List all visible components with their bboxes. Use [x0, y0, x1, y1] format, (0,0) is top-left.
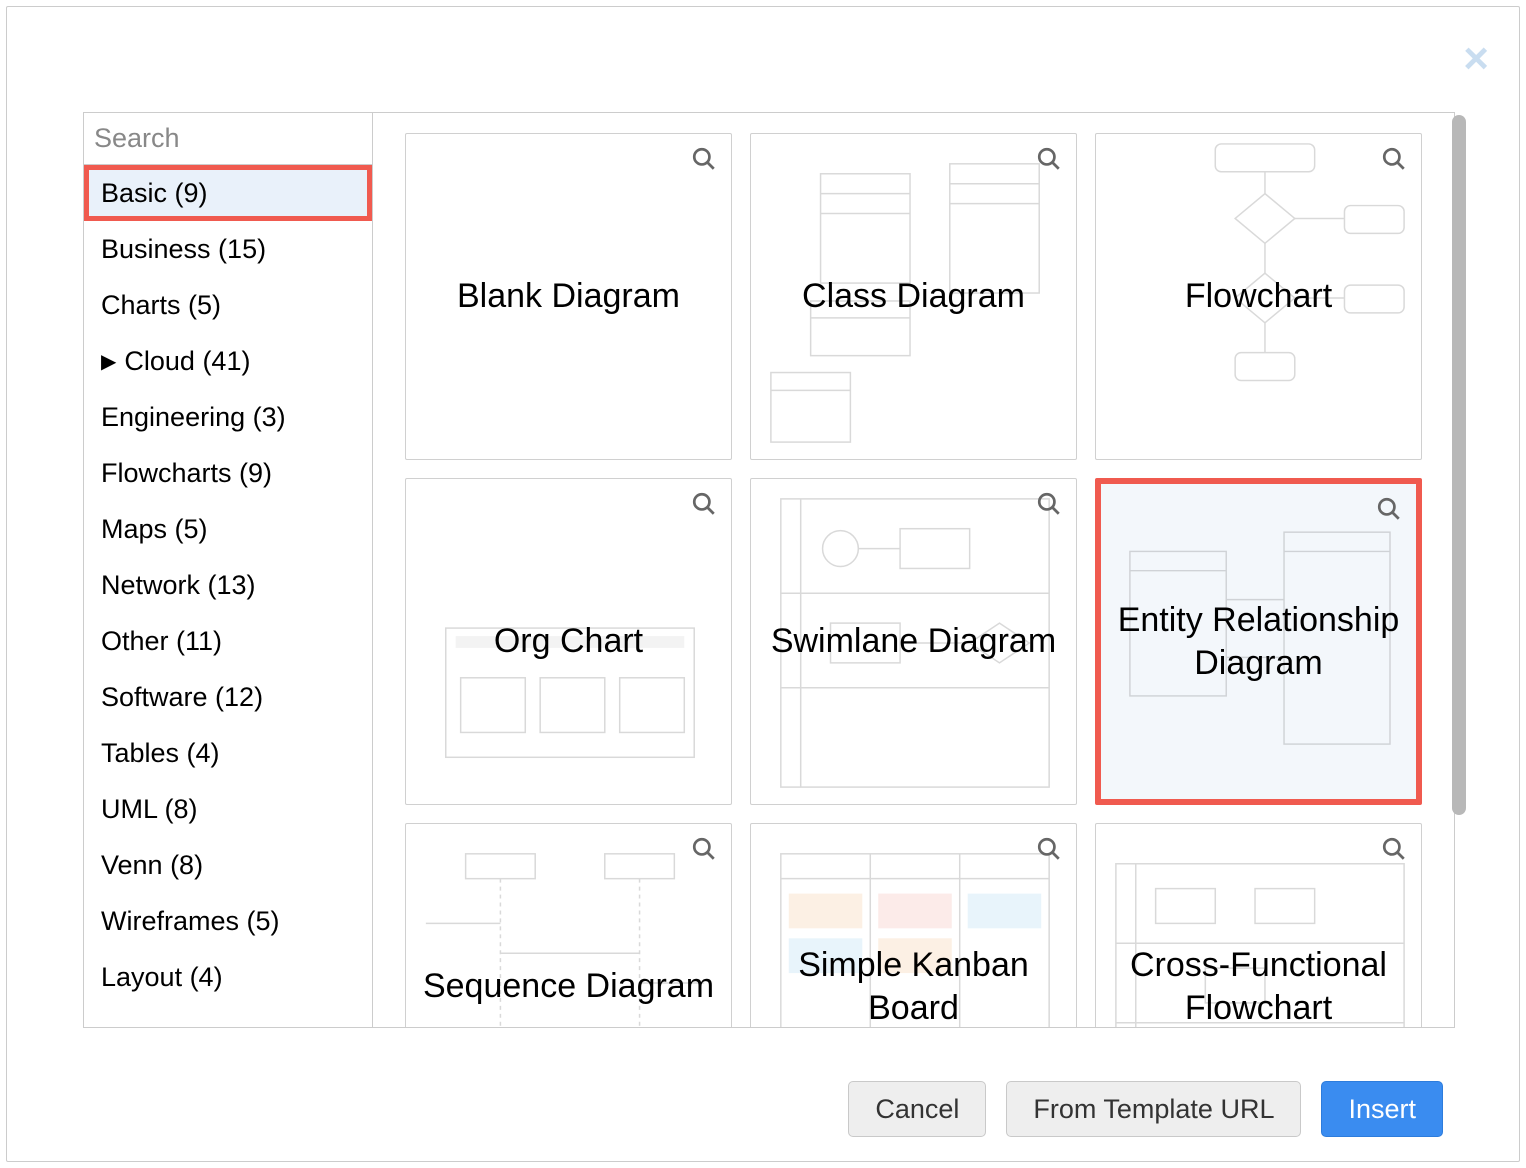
magnify-icon[interactable] [1036, 491, 1062, 522]
template-label: Cross-Functional Flowchart [1096, 944, 1421, 1027]
category-item[interactable]: Charts (5) [84, 277, 372, 333]
magnify-icon[interactable] [1036, 146, 1062, 177]
close-icon[interactable]: × [1463, 37, 1489, 81]
category-sidebar: Basic (9) Business (15) Charts (5) ▶ Cloud (… [84, 113, 373, 1027]
category-label: Network (13) [101, 570, 256, 601]
template-card[interactable]: Entity Relationship Diagram [1095, 478, 1422, 805]
template-card[interactable]: Cross-Functional Flowchart [1095, 823, 1422, 1027]
template-card[interactable]: Swimlane Diagram [750, 478, 1077, 805]
template-label: Entity Relationship Diagram [1101, 599, 1416, 684]
category-label: Wireframes (5) [101, 906, 280, 937]
category-label: Layout (4) [101, 962, 223, 993]
cancel-button[interactable]: Cancel [848, 1081, 986, 1137]
magnify-icon[interactable] [1036, 836, 1062, 867]
template-card[interactable]: Blank Diagram [405, 133, 732, 460]
template-label: Org Chart [482, 620, 655, 663]
template-grid: Blank Diagram Class Diagram Flowchart Org C… [405, 133, 1434, 1027]
category-label: Basic (9) [101, 178, 208, 209]
search-input[interactable] [94, 123, 373, 154]
search-row [84, 113, 372, 165]
category-label: Engineering (3) [101, 402, 286, 433]
category-label: Software (12) [101, 682, 263, 713]
category-item[interactable]: Wireframes (5) [84, 893, 372, 949]
category-item[interactable]: Flowcharts (9) [84, 445, 372, 501]
template-card[interactable]: Sequence Diagram [405, 823, 732, 1027]
magnify-icon[interactable] [691, 836, 717, 867]
template-label: Class Diagram [790, 275, 1037, 318]
category-label: UML (8) [101, 794, 198, 825]
expand-arrow-icon: ▶ [101, 349, 116, 374]
category-item[interactable]: Venn (8) [84, 837, 372, 893]
template-label: Blank Diagram [445, 275, 692, 318]
category-label: Cloud (41) [124, 346, 250, 377]
category-item[interactable]: UML (8) [84, 781, 372, 837]
category-label: Flowcharts (9) [101, 458, 272, 489]
category-item[interactable]: Business (15) [84, 221, 372, 277]
category-label: Business (15) [101, 234, 266, 265]
template-label: Simple Kanban Board [751, 944, 1076, 1027]
magnify-icon[interactable] [1381, 836, 1407, 867]
magnify-icon[interactable] [1381, 146, 1407, 177]
magnify-icon[interactable] [691, 491, 717, 522]
template-dialog: × Basic (9) Business (15) Charts (5) ▶ Cloud… [6, 6, 1520, 1162]
category-item[interactable]: Maps (5) [84, 501, 372, 557]
category-item[interactable]: Tables (4) [84, 725, 372, 781]
template-label: Swimlane Diagram [759, 620, 1068, 663]
from-template-url-button[interactable]: From Template URL [1006, 1081, 1301, 1137]
category-item[interactable]: ▶ Cloud (41) [84, 333, 372, 389]
category-label: Maps (5) [101, 514, 208, 545]
category-label: Other (11) [101, 626, 222, 657]
template-card[interactable]: Class Diagram [750, 133, 1077, 460]
template-label: Flowchart [1173, 275, 1344, 318]
template-area: Blank Diagram Class Diagram Flowchart Org C… [373, 113, 1454, 1027]
category-list: Basic (9) Business (15) Charts (5) ▶ Cloud (… [84, 165, 372, 1027]
template-card[interactable]: Simple Kanban Board [750, 823, 1077, 1027]
magnify-icon[interactable] [691, 146, 717, 177]
dialog-footer: Cancel From Template URL Insert [83, 1077, 1443, 1141]
template-card[interactable]: Flowchart [1095, 133, 1422, 460]
insert-button[interactable]: Insert [1321, 1081, 1443, 1137]
category-item[interactable]: Software (12) [84, 669, 372, 725]
category-item[interactable]: Basic (9) [84, 165, 372, 221]
category-item[interactable]: Layout (4) [84, 949, 372, 1005]
dialog-content: Basic (9) Business (15) Charts (5) ▶ Cloud (… [83, 112, 1455, 1028]
template-label: Sequence Diagram [411, 965, 726, 1008]
category-item[interactable]: Network (13) [84, 557, 372, 613]
category-label: Venn (8) [101, 850, 203, 881]
scrollbar-thumb[interactable] [1452, 115, 1466, 815]
category-item[interactable]: Engineering (3) [84, 389, 372, 445]
magnify-icon[interactable] [1376, 496, 1402, 527]
category-item[interactable]: Other (11) [84, 613, 372, 669]
template-card[interactable]: Org Chart [405, 478, 732, 805]
category-label: Tables (4) [101, 738, 220, 769]
category-label: Charts (5) [101, 290, 221, 321]
